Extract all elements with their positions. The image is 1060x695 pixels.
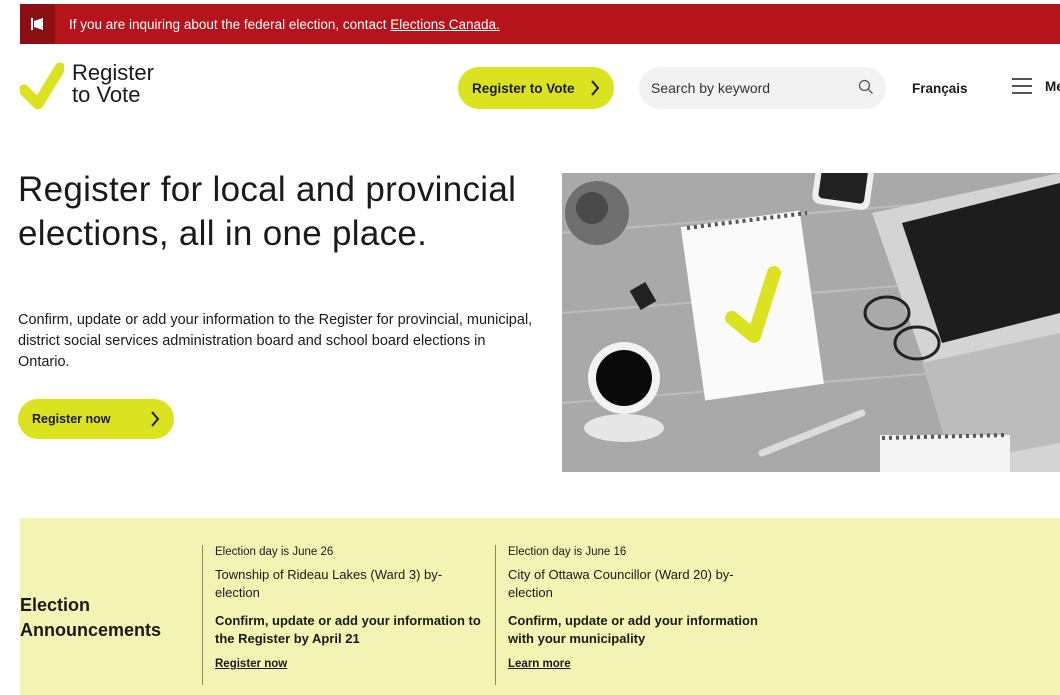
election-instruction: Confirm, update or add your information …: [215, 613, 481, 646]
menu-label: Me: [1045, 78, 1060, 94]
logo-line2: to Vote: [72, 82, 141, 107]
register-to-vote-label: Register to Vote: [472, 80, 575, 96]
election-name: Township of Rideau Lakes (Ward 3) by-ele…: [215, 567, 443, 600]
announcements-heading: Election Announcements: [20, 595, 162, 640]
register-now-link[interactable]: Register now: [215, 658, 287, 670]
learn-more-link[interactable]: Learn more: [508, 658, 571, 670]
page-title: Register for local and provincial electi…: [18, 170, 517, 253]
register-now-label: Register now: [32, 412, 111, 426]
elections-canada-link[interactable]: Elections Canada.: [390, 17, 500, 32]
search-input[interactable]: [651, 80, 841, 96]
search-box: [639, 67, 886, 109]
desk-photo-illustration: [562, 173, 1060, 472]
register-to-vote-button[interactable]: Register to Vote: [458, 67, 614, 109]
chevron-right-icon: [151, 411, 160, 427]
megaphone-icon: [20, 4, 55, 44]
menu-button[interactable]: Me: [1011, 77, 1060, 95]
site-header: Register to Vote Register to Vote França…: [0, 44, 1060, 134]
register-now-button[interactable]: Register now: [18, 399, 174, 439]
logo-line1: Register: [72, 60, 154, 85]
election-date: Election day is June 16: [508, 546, 627, 558]
chevron-right-icon: [591, 80, 600, 96]
hero-description: Confirm, update or add your information …: [18, 312, 533, 370]
logo-text: Register to Vote: [72, 62, 154, 106]
election-instruction: Confirm, update or add your information …: [508, 613, 758, 646]
alert-bar: If you are inquiring about the federal e…: [20, 4, 1060, 44]
alert-message: If you are inquiring about the federal e…: [69, 17, 500, 32]
election-name: City of Ottawa Councillor (Ward 20) by-e…: [508, 567, 734, 600]
hero-image: [562, 173, 1060, 472]
announcement-card: Election day is June 26 Township of Ride…: [202, 545, 482, 685]
election-date: Election day is June 26: [215, 546, 334, 558]
search-icon[interactable]: [858, 79, 874, 95]
alert-text: If you are inquiring about the federal e…: [69, 16, 387, 32]
checkmark-logo-icon: [20, 62, 64, 110]
election-announcements-section: Election Announcements Election day is J…: [20, 518, 1060, 695]
language-toggle-link[interactable]: Français: [912, 81, 968, 96]
hamburger-icon: [1012, 78, 1032, 94]
register-to-vote-logo[interactable]: Register to Vote: [20, 62, 154, 110]
announcement-card: Election day is June 16 City of Ottawa C…: [495, 545, 775, 685]
